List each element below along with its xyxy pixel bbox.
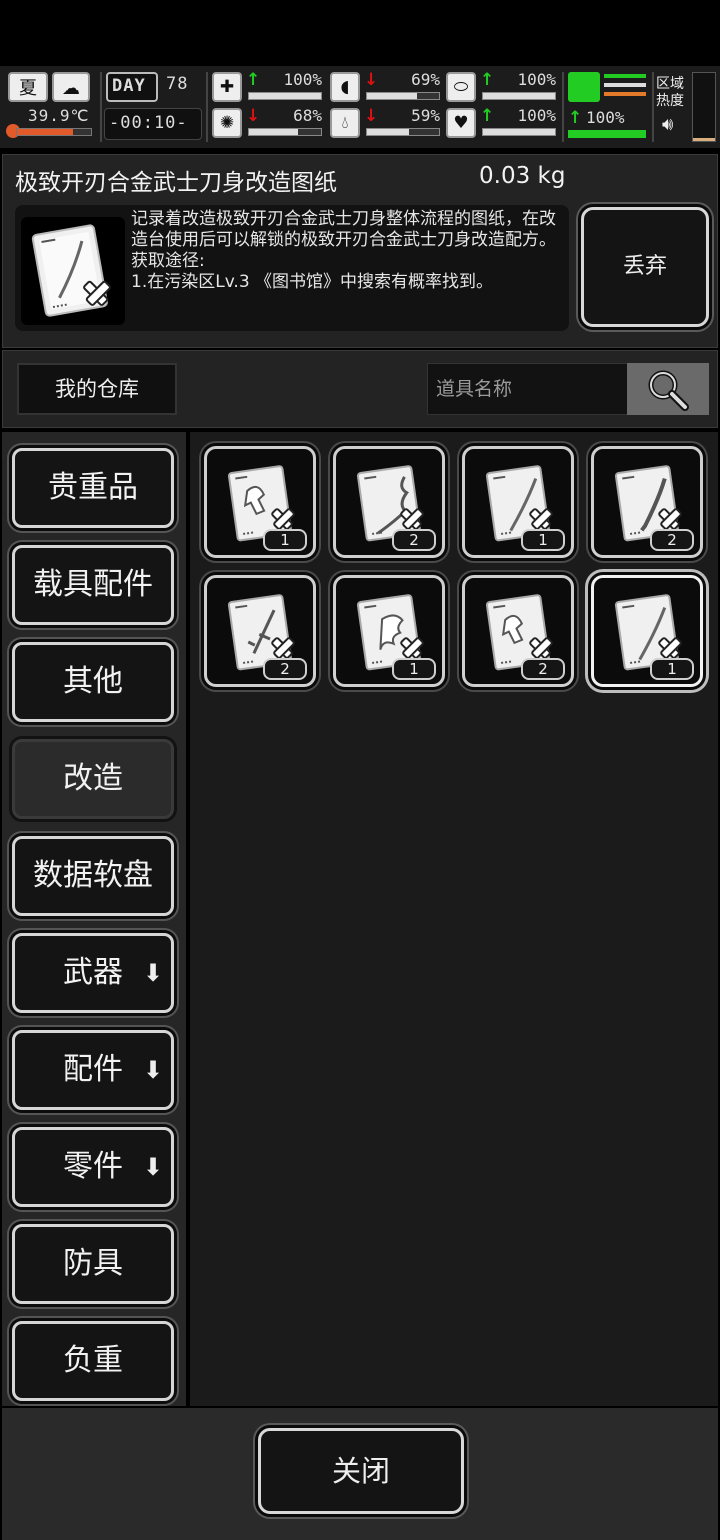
- inventory-slot[interactable]: 1: [333, 575, 445, 687]
- inventory-slot[interactable]: 2: [333, 446, 445, 558]
- item-count-badge: 2: [263, 658, 307, 680]
- inventory-slot[interactable]: 1: [204, 446, 316, 558]
- brain-icon: ✺: [212, 108, 242, 138]
- stat-bar: [482, 128, 556, 136]
- category-label: 武器: [63, 955, 123, 990]
- category-item[interactable]: 贵重品: [12, 448, 174, 528]
- category-item[interactable]: 数据软盘: [12, 836, 174, 916]
- item-description-box: 记录着改造极致开刃合金武士刀身整体流程的图纸，在改造台使用后可以解锁的极致开刃合…: [15, 205, 569, 331]
- temperature-value: 39.9℃: [28, 106, 90, 125]
- category-label: 贵重品: [48, 470, 138, 505]
- category-item[interactable]: 改造: [12, 739, 174, 819]
- category-label: 其他: [63, 664, 123, 699]
- region-heat-meter: [692, 72, 716, 142]
- stamina-value: 100%: [586, 108, 625, 127]
- stat-bar: [482, 92, 556, 100]
- day-badge: DAY: [106, 72, 158, 102]
- running-icon: [568, 72, 600, 102]
- category-item[interactable]: 载具配件: [12, 545, 174, 625]
- day-label: DAY: [112, 76, 146, 96]
- item-count-badge: 1: [650, 658, 694, 680]
- category-sidebar[interactable]: 贵重品载具配件其他改造数据软盘武器 ⬇ 配件 ⬇ 零件 ⬇ 防具负重: [2, 432, 186, 1406]
- medkit-icon: ✚: [212, 72, 242, 102]
- stat-bar: [366, 128, 440, 136]
- category-label: 载具配件: [33, 567, 153, 602]
- stat-value: 59%: [411, 106, 440, 125]
- category-item[interactable]: 防具: [12, 1224, 174, 1304]
- region-heat-label-2: 热度: [656, 93, 684, 109]
- region-heat-label: 区域 热度: [656, 76, 684, 110]
- category-item[interactable]: 负重: [12, 1321, 174, 1401]
- category-label: 防具: [63, 1246, 123, 1281]
- season-icon: 夏: [8, 72, 48, 102]
- item-name-search-input[interactable]: [427, 363, 629, 415]
- stat-value: 68%: [293, 106, 322, 125]
- item-weight: 0.03 kg: [479, 163, 566, 189]
- temperature-gauge: 39.9℃: [6, 106, 92, 140]
- category-item[interactable]: 配件 ⬇: [12, 1030, 174, 1110]
- category-label: 负重: [63, 1343, 123, 1378]
- item-name: 极致开刃合金武士刀身改造图纸: [15, 170, 337, 196]
- item-count-badge: 2: [392, 529, 436, 551]
- item-count-badge: 1: [263, 529, 307, 551]
- region-heat-label-1: 区域: [656, 76, 684, 92]
- status-bar: 夏 ☁ 39.9℃ DAY 78 -00:10- ✚ ↑ 100% ◖ ↓ 69% ⬭ ↑ 10…: [0, 66, 720, 148]
- item-detail-panel: 极致开刃合金武士刀身改造图纸 0.03 kg 记录着改造极致开刃合金武士刀身整体…: [2, 154, 718, 348]
- item-count-badge: 1: [521, 529, 565, 551]
- stamina-bar: [568, 130, 646, 138]
- expand-down-icon: ⬇: [142, 959, 163, 987]
- search-button[interactable]: [627, 363, 709, 415]
- inventory-slot[interactable]: 1: [591, 575, 703, 687]
- inventory-slot[interactable]: 2: [462, 575, 574, 687]
- close-button[interactable]: 关闭: [258, 1428, 464, 1514]
- water-drop-icon: 💧︎: [330, 108, 360, 138]
- stat-bar: [248, 128, 322, 136]
- heart-icon: ♥: [446, 108, 476, 138]
- warehouse-search-bar: 我的仓库: [2, 350, 718, 428]
- discard-button[interactable]: 丢弃: [581, 207, 709, 327]
- stat-bar: [248, 92, 322, 100]
- stat-bar: [366, 92, 440, 100]
- expand-down-icon: ⬇: [142, 1056, 163, 1084]
- blueprint-katana-icon: [21, 217, 125, 325]
- category-label: 零件: [63, 1149, 123, 1184]
- stat-value: 69%: [411, 70, 440, 89]
- item-grid: 1 2 1 2 2 1 2 1: [190, 432, 718, 1406]
- season-label: 夏: [19, 78, 37, 99]
- category-label: 改造: [63, 761, 123, 796]
- expand-down-icon: ⬇: [142, 1153, 163, 1181]
- stat-value: 100%: [517, 70, 556, 89]
- temperature-bar: [16, 128, 92, 136]
- stamina-trend-icon: ↑: [568, 108, 583, 128]
- inventory-slot[interactable]: 1: [462, 446, 574, 558]
- capsule-icon: ⬭: [446, 72, 476, 102]
- item-count-badge: 2: [521, 658, 565, 680]
- tab-my-warehouse[interactable]: 我的仓库: [17, 363, 177, 415]
- category-label: 配件: [63, 1052, 123, 1087]
- volume-icon[interactable]: 🔊︎: [662, 114, 673, 135]
- footer-bar: 关闭: [2, 1408, 718, 1540]
- category-item[interactable]: 零件 ⬇: [12, 1127, 174, 1207]
- stomach-icon: ◖: [330, 72, 360, 102]
- category-item[interactable]: 武器 ⬇: [12, 933, 174, 1013]
- day-number: 78: [166, 74, 189, 94]
- inventory-slot[interactable]: 2: [591, 446, 703, 558]
- item-count-badge: 2: [650, 529, 694, 551]
- time-value: -00:10-: [109, 113, 188, 133]
- category-label: 数据软盘: [33, 858, 153, 893]
- stat-value: 100%: [517, 106, 556, 125]
- search-icon: [648, 370, 689, 411]
- stat-value: 100%: [283, 70, 322, 89]
- category-item[interactable]: 其他: [12, 642, 174, 722]
- item-count-badge: 1: [392, 658, 436, 680]
- stamina-lines-icon: [604, 74, 646, 100]
- inventory-slot[interactable]: 2: [204, 575, 316, 687]
- weather-icon: ☁: [52, 72, 90, 102]
- item-description: 记录着改造极致开刃合金武士刀身整体流程的图纸，在改造台使用后可以解锁的极致开刃合…: [131, 209, 556, 292]
- time-display: -00:10-: [104, 108, 202, 140]
